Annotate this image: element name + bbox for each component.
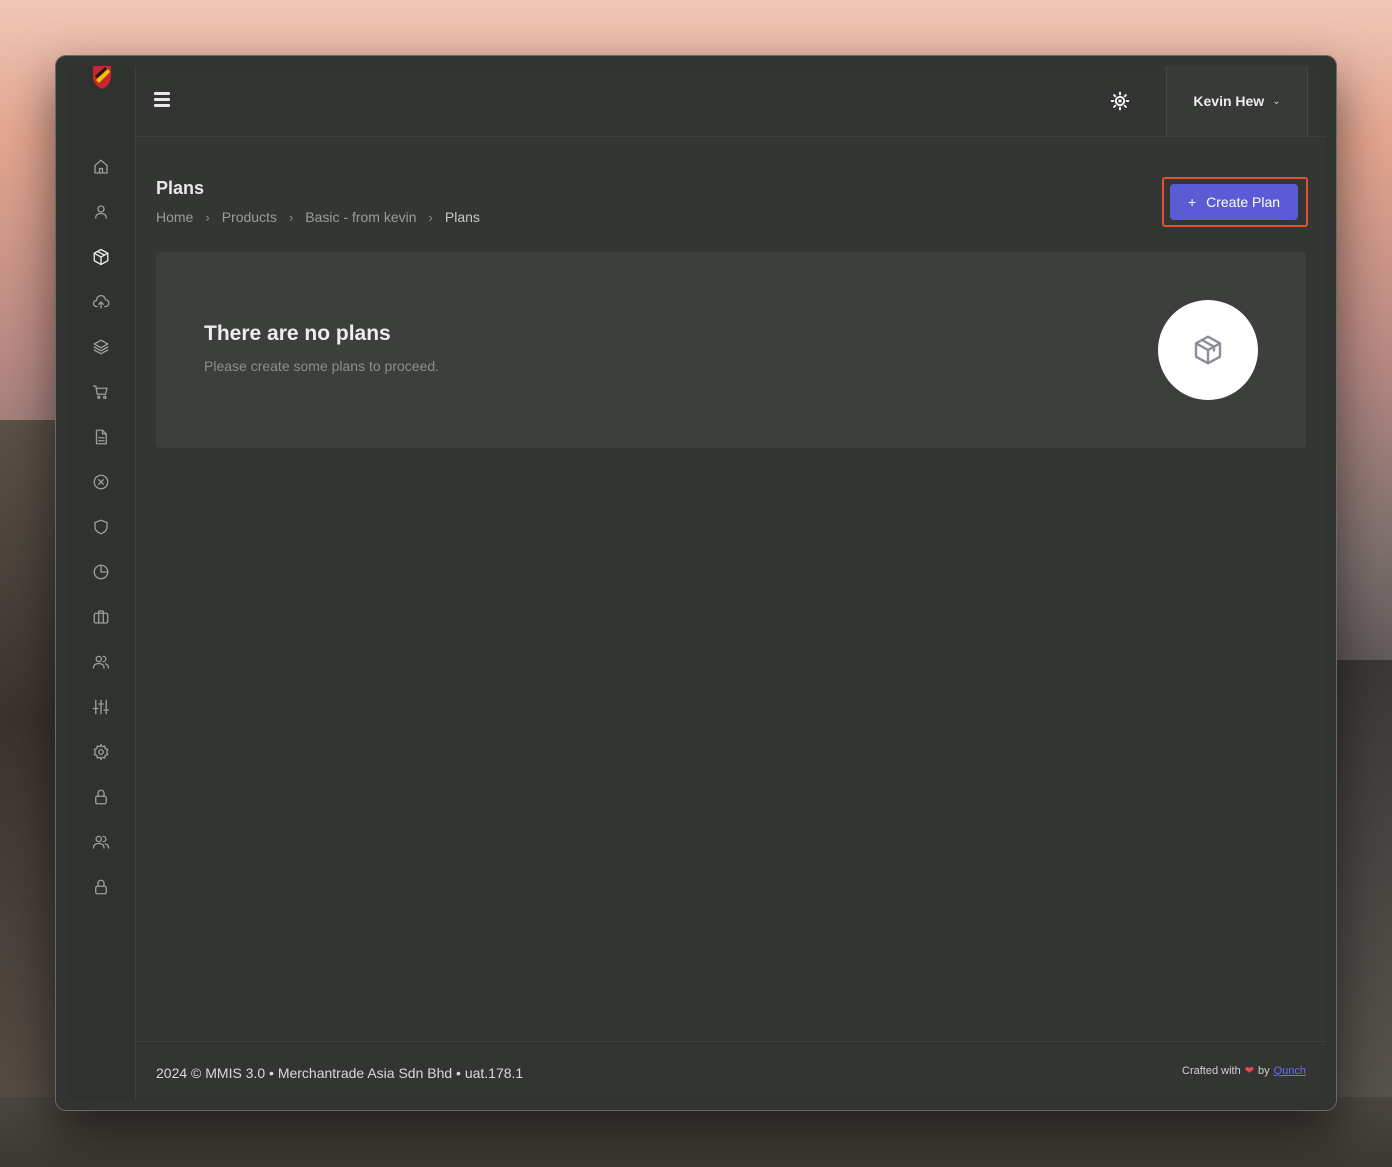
shield-icon <box>94 519 108 535</box>
footer-credit: Crafted with ❤ by Qunch <box>1182 1064 1306 1078</box>
briefcase-icon <box>93 610 109 624</box>
lock-icon <box>95 789 107 805</box>
sidebar-item-home[interactable] <box>90 156 112 178</box>
sidebar-item-cart[interactable] <box>90 381 112 403</box>
x-circle-icon <box>93 474 109 490</box>
users-icon <box>92 835 110 849</box>
sun-icon[interactable] <box>1110 91 1130 111</box>
cloud-upload-icon <box>92 294 110 309</box>
create-plan-label: Create Plan <box>1206 194 1281 210</box>
create-plan-highlight: + Create Plan <box>1162 177 1308 227</box>
app-window: Kevin Hew ⌄ Plans Home › Products › Basi… <box>56 56 1336 1110</box>
sidebar-item-cancel[interactable] <box>90 471 112 493</box>
hamburger-line <box>154 98 170 101</box>
hamburger-line <box>154 92 170 95</box>
page-title: Plans <box>156 178 205 198</box>
sidebar-item-documents[interactable] <box>90 426 112 448</box>
breadcrumb-product[interactable]: Basic - from kevin <box>305 209 416 225</box>
menu-toggle-button[interactable] <box>154 92 170 108</box>
home-icon <box>94 159 108 174</box>
sliders-icon <box>92 699 110 715</box>
document-icon <box>95 429 107 445</box>
sidebar-item-lock[interactable] <box>90 786 112 808</box>
empty-state-illustration <box>1158 300 1258 400</box>
sidebar <box>66 66 136 1100</box>
sidebar-item-groups[interactable] <box>90 831 112 853</box>
chevron-right-icon: › <box>428 209 433 225</box>
footer-copyright: 2024 © MMIS 3.0 • Merchantrade Asia Sdn … <box>156 1065 524 1081</box>
sidebar-item-adjustments[interactable] <box>90 696 112 718</box>
sidebar-item-reports[interactable] <box>90 561 112 583</box>
crafted-by-text: by <box>1257 1064 1270 1077</box>
box-icon <box>93 248 109 266</box>
crafted-text: Crafted with <box>1182 1064 1241 1077</box>
breadcrumb-home[interactable]: Home <box>156 209 193 225</box>
empty-state-card: There are no plans Please create some pl… <box>156 252 1306 448</box>
sidebar-item-business[interactable] <box>90 606 112 628</box>
empty-state-title: There are no plans <box>204 322 391 345</box>
sidebar-item-layers[interactable] <box>90 336 112 358</box>
qunch-link[interactable]: Qunch <box>1274 1065 1306 1077</box>
brand-logo-icon[interactable] <box>91 66 113 90</box>
sidebar-item-upload[interactable] <box>90 291 112 313</box>
breadcrumb-products[interactable]: Products <box>222 209 277 225</box>
user-name: Kevin Hew <box>1193 93 1265 109</box>
sidebar-item-settings[interactable] <box>90 741 112 763</box>
plus-icon: + <box>1187 194 1197 210</box>
user-menu[interactable]: Kevin Hew ⌄ <box>1166 66 1308 136</box>
sidebar-item-products[interactable] <box>90 246 112 268</box>
chevron-down-icon: ⌄ <box>1272 95 1281 107</box>
hamburger-line <box>154 104 170 107</box>
heart-icon: ❤ <box>1244 1065 1254 1077</box>
footer: 2024 © MMIS 3.0 • Merchantrade Asia Sdn … <box>136 1041 1326 1100</box>
users-icon <box>92 655 110 669</box>
chevron-right-icon: › <box>205 209 210 225</box>
lock-icon <box>95 879 107 895</box>
cart-icon <box>92 385 108 400</box>
pie-chart-icon <box>93 564 109 580</box>
sidebar-item-users[interactable] <box>90 201 112 223</box>
topbar: Kevin Hew ⌄ <box>136 66 1326 137</box>
empty-state-subtitle: Please create some plans to proceed. <box>204 358 440 374</box>
chevron-right-icon: › <box>288 209 294 225</box>
box-icon <box>1194 335 1222 365</box>
breadcrumb-current: Plans <box>444 209 480 225</box>
breadcrumb: Home › Products › Basic - from kevin › P… <box>156 209 480 225</box>
gear-icon <box>93 743 109 761</box>
sidebar-item-security[interactable] <box>90 516 112 538</box>
layers-icon <box>93 339 109 355</box>
sidebar-item-permissions[interactable] <box>90 876 112 898</box>
user-icon <box>95 205 107 219</box>
create-plan-button[interactable]: + Create Plan <box>1170 184 1298 220</box>
app-frame: Kevin Hew ⌄ Plans Home › Products › Basi… <box>66 66 1326 1100</box>
sidebar-item-team[interactable] <box>90 651 112 673</box>
